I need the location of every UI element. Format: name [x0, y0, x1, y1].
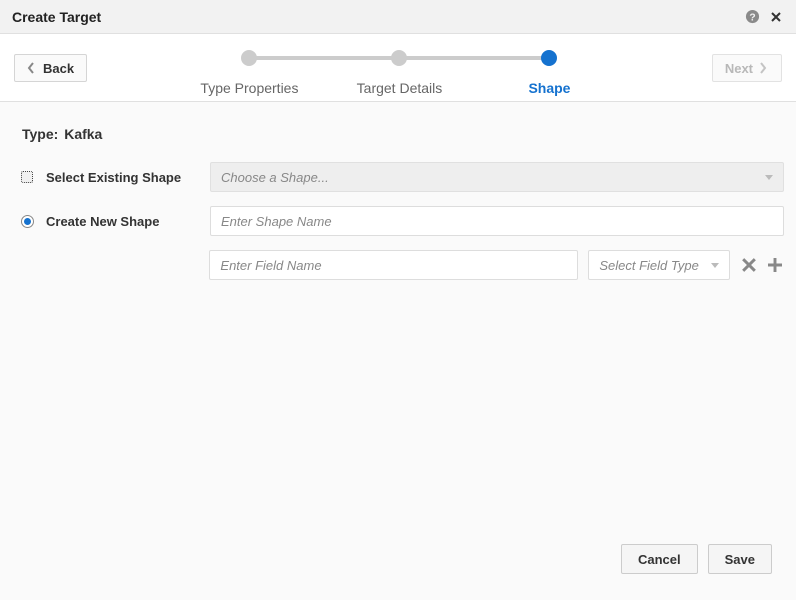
create-new-label: Create New Shape — [40, 214, 210, 229]
dialog-content: Type: Kafka Select Existing Shape Choose… — [0, 102, 796, 600]
type-line: Type: Kafka — [22, 126, 784, 142]
field-name-placeholder: Enter Field Name — [220, 258, 321, 273]
dialog-header: Create Target ? — [0, 0, 796, 34]
save-button-label: Save — [725, 552, 755, 567]
field-row: Enter Field Name Select Field Type — [12, 250, 784, 280]
radio-create-new[interactable] — [21, 215, 34, 228]
wizard-header: Back Type Properties Target Details Shap… — [0, 34, 796, 102]
field-name-input[interactable]: Enter Field Name — [209, 250, 578, 280]
remove-field-icon[interactable] — [740, 256, 758, 274]
choose-shape-placeholder: Choose a Shape... — [221, 170, 329, 185]
radio-select-existing[interactable] — [21, 171, 33, 183]
cancel-button[interactable]: Cancel — [621, 544, 698, 574]
step-label: Type Properties — [200, 80, 298, 96]
shape-name-input[interactable]: Enter Shape Name — [210, 206, 784, 236]
next-button[interactable]: Next — [712, 54, 782, 82]
close-icon[interactable] — [766, 7, 786, 27]
caret-down-icon — [711, 263, 719, 268]
caret-down-icon — [765, 175, 773, 180]
type-value: Kafka — [64, 126, 102, 142]
dialog-title: Create Target — [12, 9, 738, 25]
field-type-placeholder: Select Field Type — [599, 258, 698, 273]
next-button-label: Next — [725, 61, 753, 76]
add-field-icon[interactable] — [766, 256, 784, 274]
type-label: Type: — [22, 126, 58, 142]
stepper: Type Properties Target Details Shape — [174, 46, 624, 96]
step-type-properties: Type Properties — [174, 50, 324, 96]
field-type-select[interactable]: Select Field Type — [588, 250, 730, 280]
svg-text:?: ? — [749, 12, 755, 23]
select-existing-label: Select Existing Shape — [40, 170, 210, 185]
save-button[interactable]: Save — [708, 544, 772, 574]
choose-shape-select[interactable]: Choose a Shape... — [210, 162, 784, 192]
dialog-footer: Cancel Save — [12, 544, 784, 588]
chevron-right-icon — [759, 62, 769, 74]
back-button[interactable]: Back — [14, 54, 87, 82]
create-new-row: Create New Shape Enter Shape Name — [12, 206, 784, 236]
shape-name-placeholder: Enter Shape Name — [221, 214, 332, 229]
back-button-label: Back — [43, 61, 74, 76]
cancel-button-label: Cancel — [638, 552, 681, 567]
step-node-icon — [391, 50, 407, 66]
step-node-icon — [241, 50, 257, 66]
step-label: Target Details — [357, 80, 443, 96]
chevron-left-icon — [27, 62, 37, 74]
select-existing-row: Select Existing Shape Choose a Shape... — [12, 162, 784, 192]
step-node-icon — [541, 50, 557, 66]
help-icon[interactable]: ? — [742, 7, 762, 27]
step-label: Shape — [528, 80, 570, 96]
